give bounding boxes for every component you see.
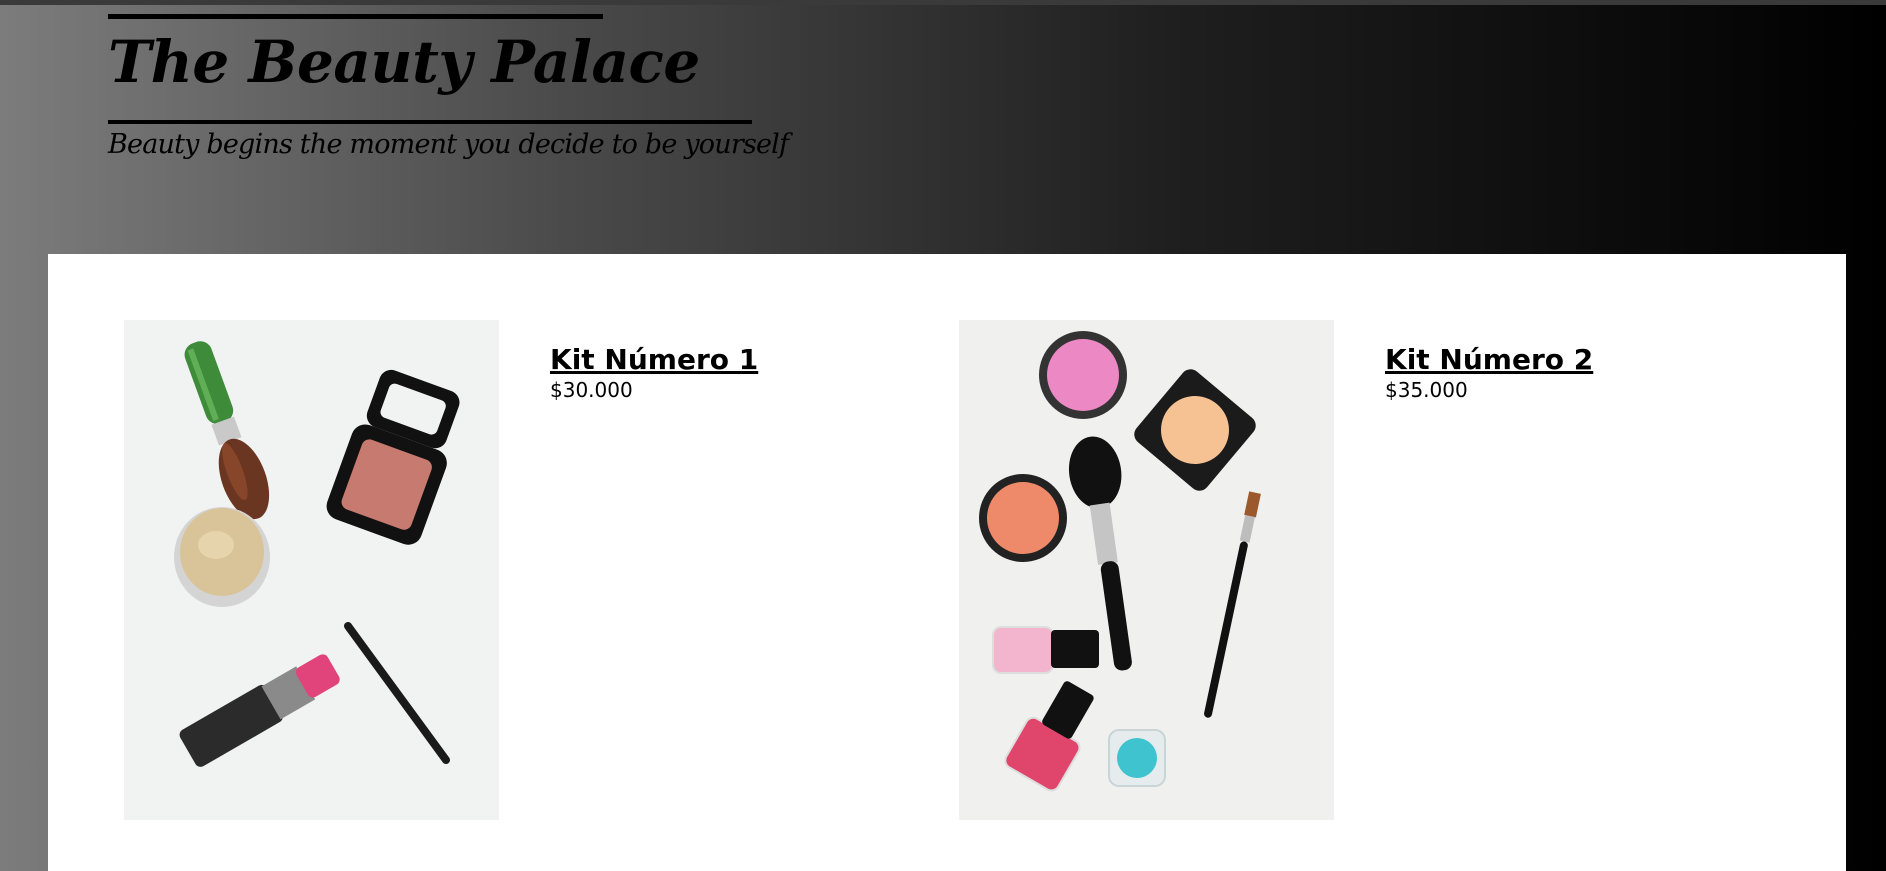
site-header: The Beauty Palace Beauty begins the mome… — [108, 14, 789, 160]
product-2-image[interactable] — [959, 320, 1334, 820]
product-1-name-link[interactable]: Kit Número 1 — [550, 343, 758, 376]
product-2-name-link[interactable]: Kit Número 2 — [1385, 343, 1593, 376]
product-panel: Kit Número 1 $30.000 Kit Número 2 $35.00… — [48, 254, 1846, 871]
product-1-info: Kit Número 1 $30.000 — [550, 343, 758, 402]
product-1-image[interactable] — [124, 320, 499, 820]
site-tagline: Beauty begins the moment you decide to b… — [108, 129, 789, 160]
product-2-info: Kit Número 2 $35.000 — [1385, 343, 1593, 402]
product-card-2: Kit Número 2 $35.000 — [959, 320, 1593, 820]
product-card-1: Kit Número 1 $30.000 — [124, 320, 758, 820]
product-1-price: $30.000 — [550, 378, 633, 402]
site-title: The Beauty Palace — [108, 28, 700, 96]
product-2-price: $35.000 — [1385, 378, 1468, 402]
tagline-rule — [108, 120, 752, 124]
top-strip — [0, 0, 1886, 5]
